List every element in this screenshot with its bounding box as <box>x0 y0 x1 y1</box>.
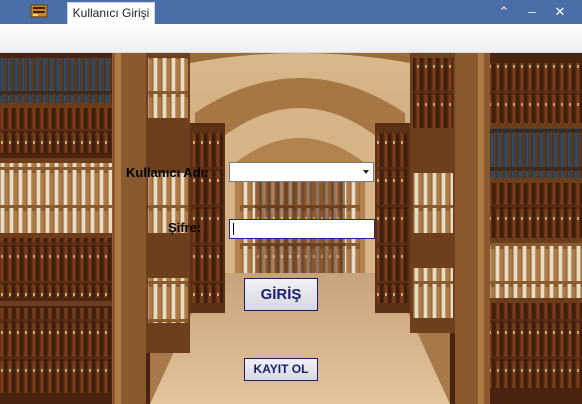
toolstrip <box>0 24 582 53</box>
minimize-button[interactable]: – <box>522 2 542 22</box>
text-caret <box>233 223 234 235</box>
maximize-button[interactable]: ⌃ <box>494 2 514 22</box>
minimize-icon: – <box>528 4 536 19</box>
register-button[interactable]: KAYIT OL <box>244 358 318 381</box>
tab-kullanici-girisi[interactable]: Kullanıcı Girişi <box>67 2 155 24</box>
password-label: Şifre: <box>168 220 202 235</box>
chevron-down-icon[interactable] <box>363 170 369 174</box>
username-combobox[interactable] <box>229 162 374 182</box>
username-label: Kullanıcı Adı: <box>126 165 209 180</box>
close-icon: ✕ <box>554 4 566 19</box>
title-bar: Kullanıcı Girişi ⌃ – ✕ <box>0 0 582 24</box>
login-button[interactable]: GİRİŞ <box>244 278 318 311</box>
close-button[interactable]: ✕ <box>550 2 570 22</box>
password-input[interactable] <box>229 219 375 239</box>
caret-up-icon: ⌃ <box>498 4 510 19</box>
app-icon[interactable] <box>30 4 48 18</box>
